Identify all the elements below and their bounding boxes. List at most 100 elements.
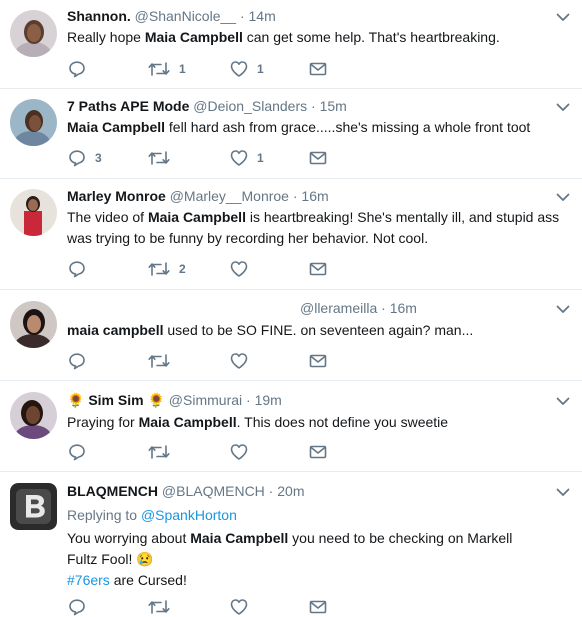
message-button[interactable]	[308, 59, 328, 79]
tweet-item[interactable]: 7 Paths APE Mode @Deion_Slanders · 15m M…	[0, 89, 582, 179]
retweet-button[interactable]	[147, 442, 179, 462]
avatar[interactable]	[10, 483, 57, 530]
tweet-item[interactable]: @llerameilla · 16m maia campbell used to…	[0, 290, 582, 381]
reply-icon	[67, 597, 87, 617]
like-button[interactable]	[229, 442, 257, 462]
display-name[interactable]: Shannon.	[67, 8, 131, 24]
reply-button[interactable]	[67, 259, 95, 279]
separator: ·	[264, 483, 278, 499]
separator: ·	[242, 392, 255, 408]
message-button[interactable]	[308, 259, 328, 279]
chevron-down-icon[interactable]	[556, 487, 570, 497]
display-name[interactable]: 7 Paths APE Mode	[67, 98, 189, 114]
user-handle[interactable]: @ShanNicole__	[135, 8, 236, 24]
retweet-button[interactable]	[147, 148, 179, 168]
message-button[interactable]	[308, 351, 328, 371]
reply-button[interactable]: 3	[67, 148, 102, 168]
retweet-button[interactable]	[147, 351, 179, 371]
retweet-icon	[147, 259, 171, 279]
message-button[interactable]	[308, 442, 328, 462]
reply-button[interactable]	[67, 59, 95, 79]
message-button[interactable]	[308, 597, 328, 617]
text-segment: are Cursed!	[109, 572, 187, 588]
display-name[interactable]: Marley Monroe	[67, 188, 166, 204]
tweet-text: Maia Campbell fell hard ash from grace..…	[67, 117, 562, 138]
tweet-header: @llerameilla · 16m	[300, 300, 552, 316]
highlighted-term: Maia Campbell	[67, 119, 166, 135]
retweet-icon	[147, 597, 171, 617]
like-button[interactable]	[229, 259, 257, 279]
timestamp[interactable]: 19m	[255, 392, 282, 408]
chevron-down-icon[interactable]	[556, 192, 570, 202]
display-name[interactable]: BLAQMENCH	[67, 483, 158, 499]
timestamp[interactable]: 15m	[320, 98, 347, 114]
user-handle[interactable]: @Deion_Slanders	[193, 98, 307, 114]
user-handle[interactable]: @llerameilla	[300, 300, 377, 316]
avatar[interactable]	[10, 189, 57, 236]
tweet-text: Praying for Maia Campbell. This does not…	[67, 412, 562, 433]
hashtag-link[interactable]: #76ers	[67, 572, 110, 588]
retweet-icon	[147, 148, 171, 168]
chevron-down-icon[interactable]	[556, 396, 570, 406]
display-name[interactable]: Sim Sim	[88, 392, 143, 408]
retweet-button[interactable]	[147, 597, 171, 617]
like-button[interactable]: 1	[229, 148, 264, 168]
reply-icon	[67, 59, 87, 79]
message-icon	[308, 442, 328, 462]
tweet-text: The video of Maia Campbell is heartbreak…	[67, 207, 562, 249]
retweet-button[interactable]: 1	[147, 59, 186, 79]
like-icon	[229, 148, 249, 168]
replying-handle-link[interactable]: @SpankHorton	[141, 507, 237, 523]
sunflower-icon: 🌻	[67, 392, 85, 408]
like-icon	[229, 259, 249, 279]
user-handle[interactable]: @BLAQMENCH	[162, 483, 265, 499]
reply-button[interactable]	[67, 351, 95, 371]
message-button[interactable]	[308, 148, 328, 168]
tweet-header: Marley Monroe @Marley__Monroe · 16m	[67, 188, 552, 204]
replying-label: Replying to	[67, 507, 138, 523]
message-icon	[308, 259, 328, 279]
tweet-actions: 2	[67, 259, 357, 279]
tweet-feed: Shannon. @ShanNicole__ · 14m Really hope…	[0, 0, 582, 608]
text-segment: used to be SO FINE. on seventeen again? …	[163, 322, 474, 338]
user-handle[interactable]: @Marley__Monroe	[170, 188, 289, 204]
like-button[interactable]	[229, 597, 249, 617]
retweet-count: 1	[179, 62, 186, 76]
highlighted-term: Maia Campbell	[190, 530, 289, 546]
highlighted-term: maia campbell	[67, 322, 164, 338]
chevron-down-icon[interactable]	[556, 102, 570, 112]
avatar[interactable]	[10, 10, 57, 57]
like-count: 1	[257, 151, 264, 165]
timestamp[interactable]: 20m	[277, 483, 304, 499]
highlighted-term: Maia Campbell	[144, 29, 243, 45]
tweet-item[interactable]: BLAQMENCH @BLAQMENCH · 20m Replying to @…	[0, 472, 582, 608]
tweet-item[interactable]: Marley Monroe @Marley__Monroe · 16m The …	[0, 179, 582, 290]
timestamp[interactable]: 16m	[301, 188, 328, 204]
like-button[interactable]: 1	[229, 59, 264, 79]
like-button[interactable]	[229, 351, 257, 371]
text-segment: Praying for	[67, 414, 139, 430]
like-icon	[229, 59, 249, 79]
chevron-down-icon[interactable]	[556, 304, 570, 314]
text-segment: You worrying about	[67, 530, 191, 546]
user-handle[interactable]: @Simmurai	[169, 392, 242, 408]
text-segment: Really hope	[67, 29, 145, 45]
avatar[interactable]	[10, 301, 57, 348]
reply-icon	[67, 351, 87, 371]
avatar[interactable]	[10, 99, 57, 146]
reply-button[interactable]	[67, 442, 95, 462]
tweet-item[interactable]: 🌻 Sim Sim 🌻 @Simmurai · 19m Praying for …	[0, 381, 582, 472]
like-count: 1	[257, 62, 264, 76]
avatar[interactable]	[10, 392, 57, 439]
retweet-count: 2	[179, 262, 186, 276]
separator: ·	[236, 8, 249, 24]
sunflower-icon: 🌻	[147, 392, 165, 408]
tweet-item[interactable]: Shannon. @ShanNicole__ · 14m Really hope…	[0, 0, 582, 89]
timestamp[interactable]: 16m	[390, 300, 417, 316]
tweet-actions	[67, 597, 357, 617]
chevron-down-icon[interactable]	[556, 12, 570, 22]
text-segment: fell hard ash from grace.....she's missi…	[165, 119, 531, 135]
timestamp[interactable]: 14m	[249, 8, 276, 24]
retweet-button[interactable]: 2	[147, 259, 186, 279]
reply-button[interactable]	[67, 597, 87, 617]
